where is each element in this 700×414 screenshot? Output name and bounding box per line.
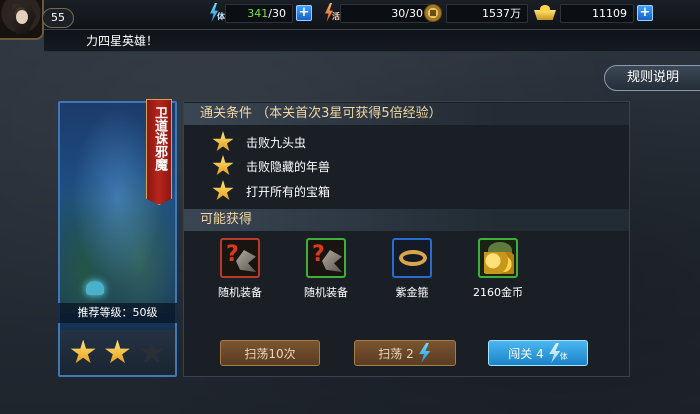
reward-label: 紫金箍	[395, 286, 429, 299]
stamina-current: 341	[247, 6, 269, 20]
condition-label: 击败隐藏的年兽	[246, 159, 331, 174]
stage-star-rating	[60, 330, 175, 375]
reward-label: 随机装备	[304, 286, 348, 299]
player-avatar[interactable]	[0, 0, 44, 40]
copper-coin-icon	[424, 4, 442, 22]
star-icon	[212, 180, 234, 201]
stage-name-banner: 卫道诛邪魔	[146, 99, 172, 205]
star-icon	[212, 155, 234, 176]
gold-ingot-icon	[534, 5, 556, 21]
add-stamina-button[interactable]: +	[296, 5, 312, 21]
stamina-tag: 体	[559, 351, 568, 361]
gold-coins-icon	[478, 238, 518, 278]
coin-resource: 1537万	[424, 3, 528, 23]
stamina-resource: 体 341 /30 +	[205, 3, 312, 23]
random-equipment-icon: ?	[220, 238, 260, 278]
ingot-resource: 11109 +	[534, 3, 653, 23]
sweep-10-button[interactable]: 扫荡10次	[220, 340, 320, 366]
challenge-label: 闯关 4	[508, 346, 544, 361]
condition-item: 击败隐藏的年兽	[212, 155, 330, 177]
stamina-bolt-icon	[419, 343, 431, 363]
reward-item[interactable]: 2160金币	[468, 238, 528, 300]
condition-item: 打开所有的宝箱	[212, 180, 330, 202]
ingot-value: 11109	[560, 3, 634, 23]
random-equipment-icon: ?	[306, 238, 346, 278]
reward-label: 2160金币	[473, 286, 523, 299]
conditions-title: 通关条件 （本关首次3星可获得5倍经验）	[184, 103, 629, 125]
condition-label: 打开所有的宝箱	[246, 184, 331, 199]
star-empty-icon	[139, 339, 165, 364]
condition-label: 击败九头虫	[246, 135, 307, 150]
vigor-value: 30/30	[340, 3, 430, 23]
player-level-badge: 55	[42, 8, 74, 28]
top-resource-bar: 体 341 /30 + 活 30/30 1537万 11109 +	[0, 0, 700, 30]
vigor-bolt-icon: 活	[320, 3, 340, 23]
rules-button[interactable]: 规则说明	[604, 65, 700, 91]
stamina-bolt-icon: 体	[205, 3, 225, 23]
reward-item[interactable]: ? 随机装备	[210, 238, 270, 300]
announcement-ticker: 力四星英雄！	[44, 30, 700, 52]
star-icon	[212, 131, 234, 152]
stage-name: 卫道诛邪魔	[152, 106, 167, 171]
sweep-label: 扫荡 2	[378, 346, 414, 361]
reward-item[interactable]: 紫金箍	[382, 238, 442, 300]
stamina-value: 341 /30	[225, 3, 293, 23]
coin-value: 1537万	[446, 3, 528, 23]
vigor-resource: 活 30/30	[320, 3, 430, 23]
stamina-max: /30	[268, 6, 286, 20]
star-filled-icon	[105, 339, 130, 364]
recommended-level: 推荐等级：50级	[58, 303, 177, 323]
challenge-button[interactable]: 闯关 4 体	[488, 340, 588, 366]
reward-label: 随机装备	[218, 286, 262, 299]
golden-hoop-icon	[392, 238, 432, 278]
reward-item[interactable]: ? 随机装备	[296, 238, 356, 300]
rewards-title: 可能获得	[184, 209, 629, 231]
condition-item: 击败九头虫	[212, 131, 306, 153]
jellyfish-decoration	[86, 281, 104, 295]
sweep-button[interactable]: 扫荡 2	[354, 340, 456, 366]
add-ingot-button[interactable]: +	[637, 5, 653, 21]
star-filled-icon	[70, 339, 96, 364]
